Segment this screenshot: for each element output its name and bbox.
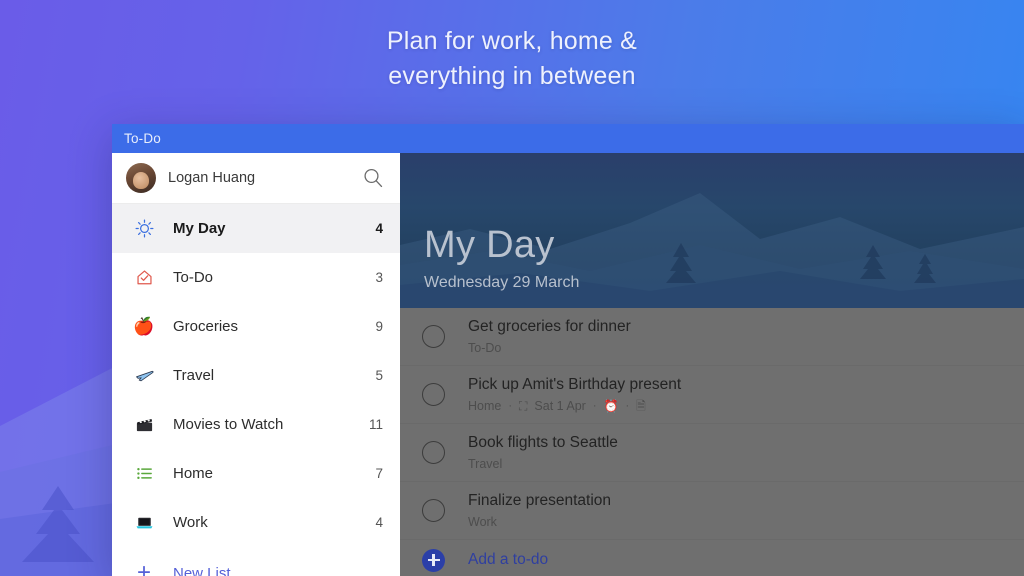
- sidebar-item-label: Movies to Watch: [173, 416, 284, 433]
- headline-line-1: Plan for work, home &: [386, 27, 638, 55]
- apple-icon: 🍎: [133, 317, 155, 336]
- airplane-icon: [132, 366, 156, 385]
- plus-icon: +: [136, 559, 151, 576]
- sidebar-item-count: 7: [375, 466, 383, 481]
- task-row[interactable]: Finalize presentation Work: [400, 482, 1024, 540]
- reminder-icon: ⏰: [603, 398, 619, 413]
- task-text-block: Get groceries for dinner To-Do: [468, 317, 1004, 355]
- task-meta: Travel: [468, 457, 1004, 472]
- task-checkbox[interactable]: [422, 325, 445, 348]
- sidebar-item-to-do[interactable]: To-Do 3: [112, 253, 400, 302]
- add-todo-button[interactable]: Add a to-do: [400, 540, 1024, 576]
- window-title: To-Do: [124, 131, 162, 146]
- task-text-block: Finalize presentation Work: [468, 491, 1004, 529]
- account-row[interactable]: Logan Huang: [112, 153, 400, 204]
- search-icon[interactable]: [362, 167, 384, 189]
- meta-separator: ·: [625, 399, 630, 412]
- promo-background: Plan for work, home & everything in betw…: [0, 0, 1024, 576]
- todo-app-window: To-Do Logan Huang My Day 4 To-Do 3 🍎 Gro…: [112, 124, 1024, 576]
- task-row[interactable]: Book flights to Seattle Travel: [400, 424, 1024, 482]
- list-icon: [132, 464, 156, 483]
- task-title: Book flights to Seattle: [468, 434, 618, 452]
- sidebar-item-count: 4: [375, 221, 383, 236]
- sidebar-item-work[interactable]: Work 4: [112, 498, 400, 547]
- task-row[interactable]: Get groceries for dinner To-Do: [400, 308, 1024, 366]
- sidebar-item-count: 4: [375, 515, 383, 530]
- sun-icon: [132, 219, 156, 238]
- new-list-button[interactable]: + New List: [112, 550, 400, 576]
- sidebar-item-home[interactable]: Home 7: [112, 449, 400, 498]
- headline-line-2: everything in between: [388, 61, 636, 90]
- sidebar-item-movies-to-watch[interactable]: Movies to Watch 11: [112, 400, 400, 449]
- sidebar-item-label: Travel: [173, 367, 215, 384]
- sidebar-item-label: Work: [173, 514, 208, 531]
- hero-text-block: My Day Wednesday 29 March: [424, 226, 579, 292]
- house-check-icon: [132, 268, 156, 287]
- clapperboard-icon: [132, 415, 156, 434]
- avatar[interactable]: [126, 163, 156, 193]
- window-titlebar: To-Do: [112, 124, 1024, 153]
- sidebar-item-count: 11: [368, 417, 383, 432]
- task-meta: Work: [468, 515, 1004, 530]
- task-checkbox[interactable]: [422, 383, 445, 406]
- sidebar-item-count: 5: [375, 368, 383, 383]
- task-text-block: Pick up Amit's Birthday present Home · ⛶…: [468, 375, 1004, 413]
- hero-date: Wednesday 29 March: [424, 274, 580, 291]
- task-meta: Home · ⛶ Sat 1 Apr · ⏰ · 🗎: [468, 399, 1004, 414]
- my-day-hero-header: My Day Wednesday 29 March: [400, 153, 1024, 308]
- window-body: Logan Huang My Day 4 To-Do 3 🍎 Groceries…: [112, 153, 1024, 576]
- task-list-name: To-Do: [468, 340, 502, 355]
- task-title: Finalize presentation: [468, 492, 612, 510]
- circle-plus-icon: [422, 548, 445, 572]
- sidebar-item-count: 9: [375, 319, 383, 334]
- sidebar-item-my-day[interactable]: My Day 4: [112, 204, 400, 253]
- laptop-icon: [132, 513, 156, 532]
- sidebar-item-label: To-Do: [173, 269, 214, 286]
- sidebar: Logan Huang My Day 4 To-Do 3 🍎 Groceries…: [112, 153, 400, 576]
- account-name: Logan Huang: [168, 170, 256, 186]
- task-checkbox[interactable]: [422, 499, 445, 522]
- sidebar-item-travel[interactable]: Travel 5: [112, 351, 400, 400]
- task-title: Pick up Amit's Birthday present: [468, 376, 682, 394]
- sidebar-item-groceries[interactable]: 🍎 Groceries 9: [112, 302, 400, 351]
- page-title: My Day: [424, 224, 555, 266]
- new-list-label: New List: [173, 564, 231, 576]
- promo-headline: Plan for work, home & everything in betw…: [0, 24, 1024, 93]
- sidebar-item-label: Groceries: [173, 318, 239, 335]
- due-date-text: Sat 1 Apr: [534, 398, 586, 413]
- due-date-icon: ⛶: [519, 398, 528, 413]
- task-meta: To-Do: [468, 341, 1004, 356]
- task-title: Get groceries for dinner: [468, 318, 631, 336]
- meta-separator: ·: [592, 399, 597, 412]
- sidebar-item-label: My Day: [173, 220, 226, 237]
- task-row[interactable]: Pick up Amit's Birthday present Home · ⛶…: [400, 366, 1024, 424]
- task-list-name: Travel: [468, 456, 503, 471]
- task-text-block: Book flights to Seattle Travel: [468, 433, 1004, 471]
- note-icon: 🗎: [636, 398, 646, 413]
- add-todo-label: Add a to-do: [468, 551, 549, 568]
- main-pane: My Day Wednesday 29 March Get groceries …: [400, 153, 1024, 576]
- sidebar-item-label: Home: [173, 465, 214, 482]
- task-list-name: Home: [468, 398, 502, 413]
- task-list: Get groceries for dinner To-Do Pick up A…: [400, 308, 1024, 576]
- meta-separator: ·: [508, 399, 513, 412]
- sidebar-item-count: 3: [375, 270, 383, 285]
- task-list-name: Work: [468, 514, 497, 529]
- task-checkbox[interactable]: [422, 441, 445, 464]
